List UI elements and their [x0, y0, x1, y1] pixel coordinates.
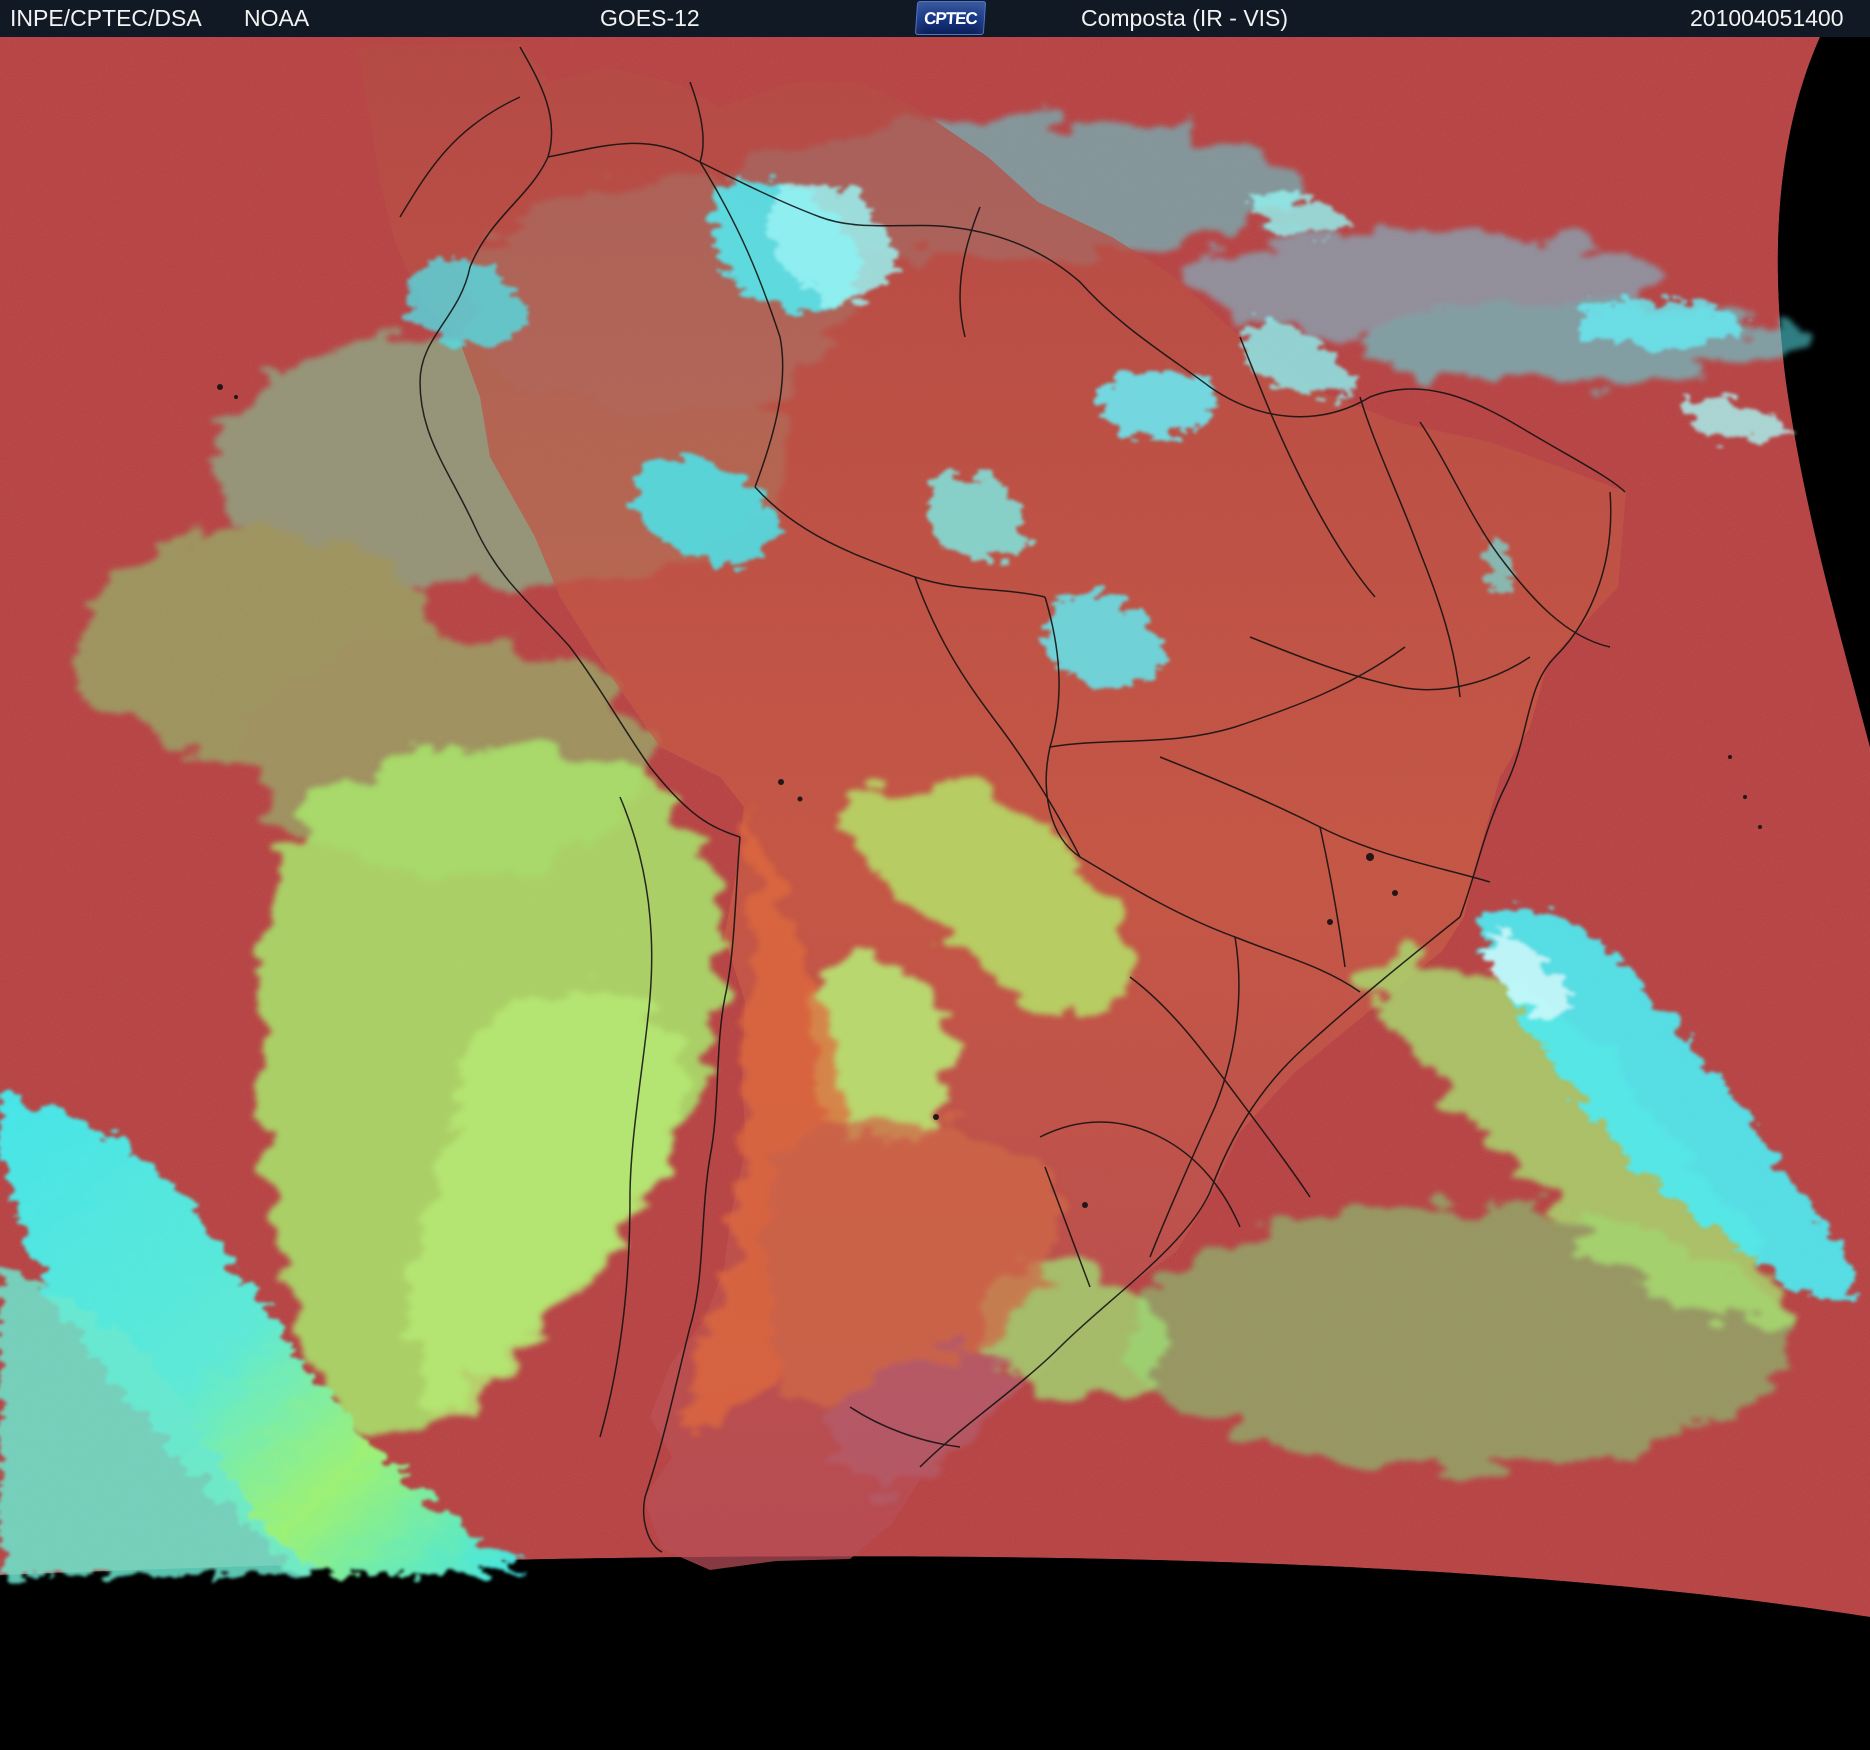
- cptec-logo: CPTEC: [914, 1, 987, 35]
- agency-label: NOAA: [244, 5, 310, 31]
- south-space-edge: [0, 1556, 1870, 1750]
- product-label: Composta (IR - VIS): [1081, 5, 1289, 31]
- timestamp-label: 201004051400: [1690, 5, 1844, 31]
- satellite-label: GOES-12: [600, 5, 700, 31]
- institution-label: INPE/CPTEC/DSA: [10, 5, 202, 31]
- image-header-bar: INPE/CPTEC/DSA NOAA GOES-12 CPTEC Compos…: [0, 0, 1870, 37]
- satellite-map: [0, 37, 1870, 1750]
- satellite-image-page: INPE/CPTEC/DSA NOAA GOES-12 CPTEC Compos…: [0, 0, 1870, 1750]
- south-america-satellite-svg: [0, 37, 1870, 1750]
